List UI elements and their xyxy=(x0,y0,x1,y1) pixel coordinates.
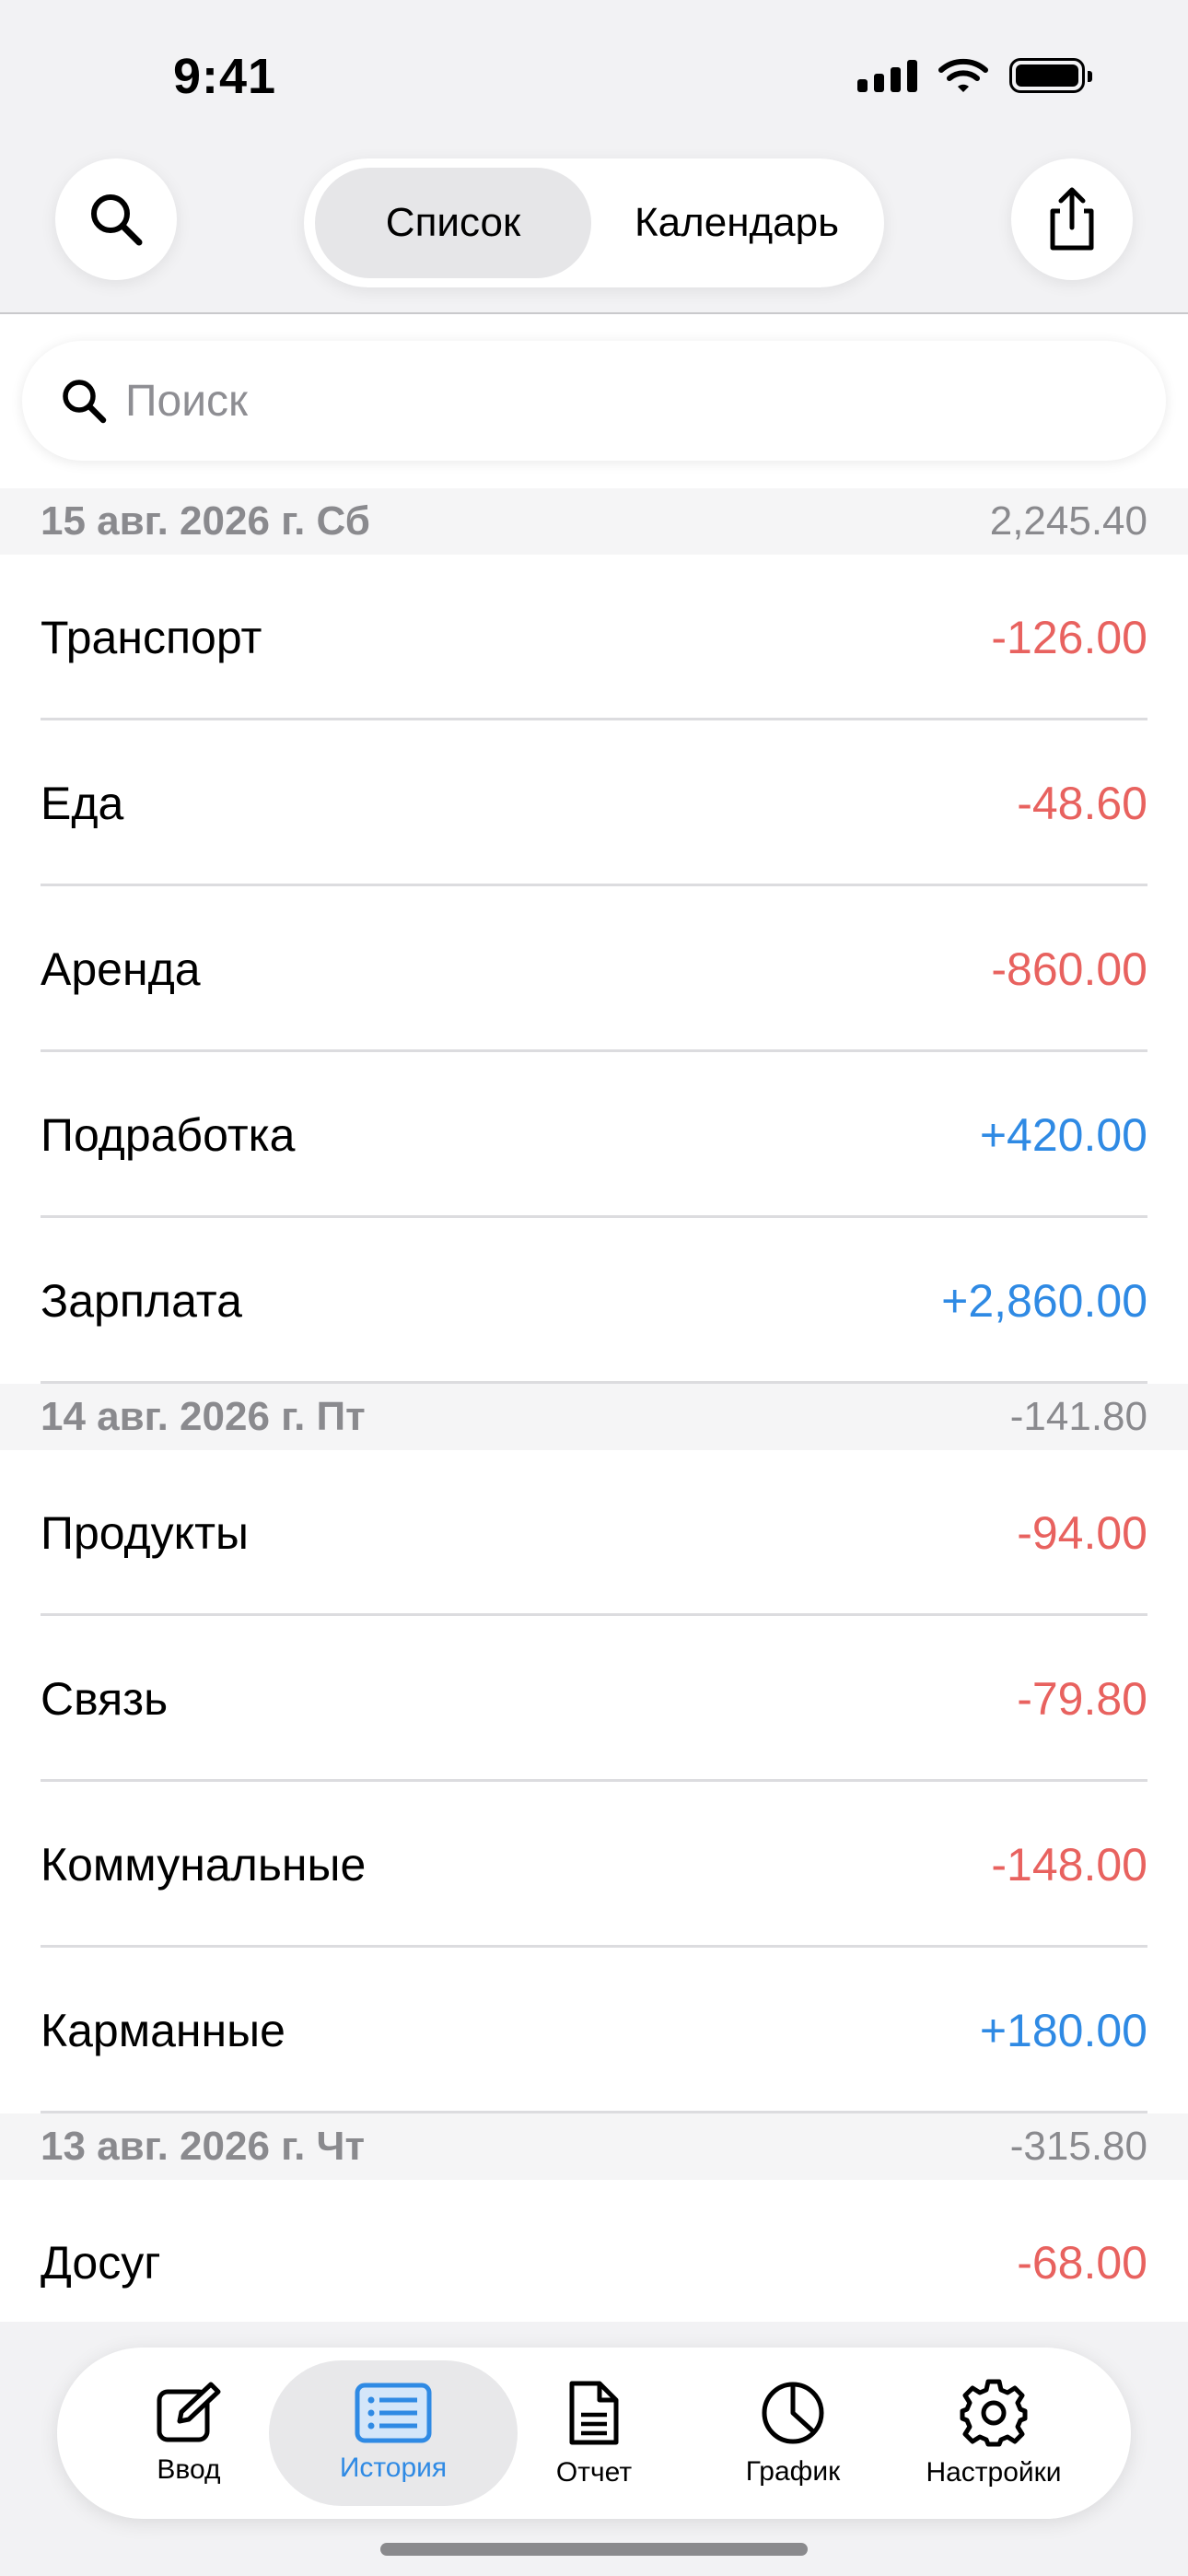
transaction-row[interactable]: Аренда -860.00 xyxy=(0,886,1188,1052)
tab-bar: Ввод История Отчет График Настройки xyxy=(57,2348,1131,2519)
transaction-category: Транспорт xyxy=(41,612,262,663)
transaction-amount: -68.00 xyxy=(1017,2237,1147,2289)
transaction-row[interactable]: Зарплата +2,860.00 xyxy=(0,1218,1188,1384)
section-header: 14 авг. 2026 г. Пт -141.80 xyxy=(0,1384,1188,1450)
transaction-amount: -48.60 xyxy=(1017,778,1147,829)
transaction-row[interactable]: Транспорт -126.00 xyxy=(0,555,1188,720)
tab-report[interactable]: Отчет xyxy=(479,2360,709,2506)
section-header: 13 авг. 2026 г. Чт -315.80 xyxy=(0,2113,1188,2180)
section-date: 15 авг. 2026 г. Сб xyxy=(41,498,370,544)
battery-icon xyxy=(1009,58,1092,93)
transaction-category: Карманные xyxy=(41,2005,285,2056)
search-button[interactable] xyxy=(55,158,177,280)
tab-label: Отчет xyxy=(555,2457,633,2488)
search-icon xyxy=(91,194,143,246)
transaction-category: Еда xyxy=(41,778,124,829)
section-header: 15 авг. 2026 г. Сб 2,245.40 xyxy=(0,488,1188,555)
transaction-amount: -860.00 xyxy=(991,943,1147,995)
transaction-row[interactable]: Продукты -94.00 xyxy=(0,1450,1188,1616)
transaction-row[interactable]: Досуг -68.00 xyxy=(0,2180,1188,2346)
section-date: 14 авг. 2026 г. Пт xyxy=(41,1394,366,1439)
tab-chart[interactable]: График xyxy=(678,2360,908,2506)
gear-icon xyxy=(960,2379,1028,2447)
list-icon xyxy=(355,2383,432,2443)
transaction-amount: -79.80 xyxy=(1017,1673,1147,1725)
compose-icon xyxy=(157,2382,221,2442)
transaction-category: Зарплата xyxy=(41,1275,242,1327)
transaction-row[interactable]: Еда -48.60 xyxy=(0,720,1188,886)
row-divider xyxy=(41,2111,1147,2113)
share-icon xyxy=(1050,187,1094,251)
search-icon xyxy=(63,380,107,424)
transaction-row[interactable]: Подработка +420.00 xyxy=(0,1052,1188,1218)
transaction-row[interactable]: Коммунальные -148.00 xyxy=(0,1782,1188,1948)
transaction-amount: +420.00 xyxy=(979,1109,1147,1161)
segment-calendar[interactable]: Календарь xyxy=(599,168,875,278)
transaction-row[interactable]: Связь -79.80 xyxy=(0,1616,1188,1782)
transaction-amount: -148.00 xyxy=(991,1839,1147,1891)
document-icon xyxy=(569,2381,619,2445)
tab-label: История xyxy=(339,2453,448,2483)
section-total: 2,245.40 xyxy=(989,498,1147,544)
section-total: -315.80 xyxy=(1009,2124,1147,2169)
transaction-amount: +2,860.00 xyxy=(941,1275,1147,1327)
transaction-category: Подработка xyxy=(41,1109,296,1161)
transaction-category: Досуг xyxy=(41,2237,161,2289)
transaction-amount: +180.00 xyxy=(979,2005,1147,2056)
tab-label: Ввод xyxy=(157,2454,221,2485)
search-placeholder: Поиск xyxy=(125,376,249,426)
search-field[interactable]: Поиск xyxy=(22,341,1166,461)
status-icons xyxy=(857,57,1092,94)
status-time: 9:41 xyxy=(173,49,277,104)
section-date: 13 авг. 2026 г. Чт xyxy=(41,2124,365,2169)
tab-label: Настройки xyxy=(926,2457,1062,2488)
pie-chart-icon xyxy=(762,2382,824,2444)
tab-label: График xyxy=(745,2456,841,2487)
cellular-signal-icon xyxy=(857,59,917,92)
transaction-amount: -126.00 xyxy=(991,612,1147,663)
transaction-list: 15 авг. 2026 г. Сб 2,245.40 Транспорт -126.… xyxy=(0,488,1188,2346)
tab-settings[interactable]: Настройки xyxy=(879,2360,1109,2506)
row-divider xyxy=(41,1381,1147,1384)
transaction-amount: -94.00 xyxy=(1017,1507,1147,1559)
view-segmented-control: Список Календарь xyxy=(304,158,884,287)
transaction-row[interactable]: Карманные +180.00 xyxy=(0,1948,1188,2113)
home-indicator xyxy=(380,2543,808,2556)
wifi-icon xyxy=(938,58,988,92)
share-button[interactable] xyxy=(1011,158,1133,280)
transaction-category: Аренда xyxy=(41,943,201,995)
transaction-category: Коммунальные xyxy=(41,1839,367,1891)
header-divider xyxy=(0,312,1188,314)
transaction-category: Продукты xyxy=(41,1507,249,1559)
section-total: -141.80 xyxy=(1009,1394,1147,1439)
segment-list[interactable]: Список xyxy=(315,168,591,278)
transaction-category: Связь xyxy=(41,1673,169,1725)
